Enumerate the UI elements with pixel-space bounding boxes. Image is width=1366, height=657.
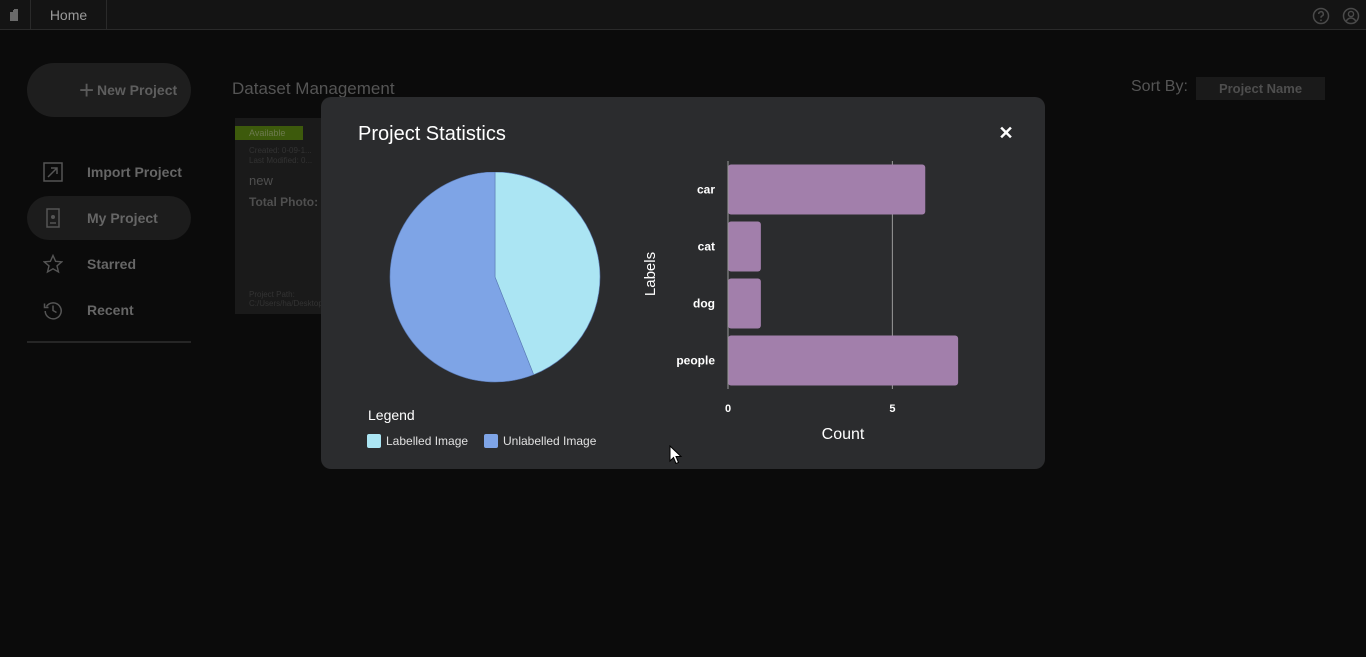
- legend-label: Labelled Image: [386, 434, 469, 448]
- legend-label: Unlabelled Image: [503, 434, 597, 448]
- sidebar-divider: [27, 341, 191, 343]
- sidebar-item-my-project[interactable]: My Project: [27, 196, 191, 240]
- legend-title: Legend: [368, 407, 415, 423]
- sidebar-item-label: Import Project: [87, 164, 182, 180]
- page-title: Dataset Management: [232, 79, 395, 98]
- top-bar: Home: [0, 0, 1366, 30]
- modal-title: Project Statistics: [358, 123, 506, 145]
- sidebar-item-starred[interactable]: Starred: [27, 242, 191, 286]
- sidebar-item-label: Recent: [87, 302, 134, 318]
- bar-car: [728, 164, 926, 215]
- project-name: new: [249, 173, 273, 188]
- bar-cat: [728, 221, 761, 272]
- x-tick-label: 5: [889, 403, 895, 415]
- user-account-icon[interactable]: [1342, 7, 1360, 25]
- help-icon[interactable]: [1312, 7, 1330, 25]
- pie-legend: Legend Labelled Image Unlabelled Image: [357, 400, 619, 458]
- y-tick-label: car: [697, 183, 715, 197]
- tab-home[interactable]: Home: [31, 0, 107, 30]
- project-path-value: C:/Users/ha/Desktop...: [249, 299, 325, 308]
- sidebar-item-import-project[interactable]: Import Project: [27, 150, 191, 194]
- x-tick-label: 0: [725, 403, 731, 415]
- close-icon[interactable]: ✕: [997, 123, 1015, 143]
- project-path-label: Project Path:: [249, 290, 295, 299]
- legend-swatch: [367, 434, 381, 448]
- app-logo-icon: [10, 9, 18, 21]
- y-tick-label: people: [676, 354, 715, 368]
- mouse-cursor-icon: [669, 445, 683, 465]
- project-statistics-modal: Project Statistics ✕ Legend Labelled Ima…: [321, 97, 1045, 469]
- bar-chart: car cat dog people 0 5 Count Labels: [642, 161, 959, 443]
- plus-icon: +: [79, 75, 95, 105]
- sort-select[interactable]: Project Name: [1196, 77, 1325, 100]
- project-modified: Last Modified: 0...: [249, 156, 313, 165]
- import-icon: [43, 162, 63, 182]
- bar-people: [728, 335, 959, 386]
- y-tick-label: cat: [698, 240, 715, 254]
- sidebar-item-label: My Project: [87, 210, 158, 226]
- new-project-button[interactable]: + New Project: [27, 63, 191, 117]
- y-tick-label: dog: [693, 297, 715, 311]
- x-axis-title: Count: [822, 426, 865, 443]
- app-logo[interactable]: [0, 0, 31, 30]
- y-axis-title: Labels: [642, 252, 659, 296]
- project-card[interactable]: Available Created: 0-09-1... Last Modifi…: [235, 118, 325, 314]
- project-total-photo: Total Photo:: [249, 195, 319, 209]
- bar-dog: [728, 278, 761, 329]
- sidebar-item-recent[interactable]: Recent: [27, 288, 191, 332]
- sidebar-item-label: Starred: [87, 256, 137, 272]
- history-icon: [43, 302, 62, 320]
- sort-label: Sort By:: [1131, 78, 1188, 95]
- pie-chart: [389, 172, 601, 383]
- legend-swatch: [484, 434, 498, 448]
- new-project-label: New Project: [97, 82, 178, 98]
- project-icon: [46, 208, 60, 228]
- status-badge: Available: [235, 126, 303, 140]
- project-created: Created: 0-09-1...: [249, 146, 312, 155]
- star-icon: [43, 254, 63, 274]
